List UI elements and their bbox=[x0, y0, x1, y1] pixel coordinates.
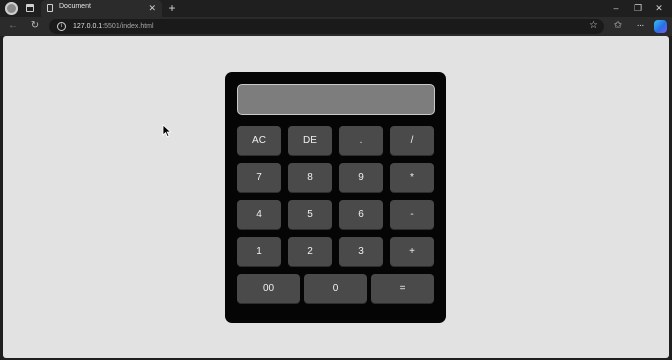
address-bar[interactable]: i 127.0.0.1:5501/index.html ☆ bbox=[49, 19, 604, 34]
key-7[interactable]: 7 bbox=[237, 163, 281, 192]
key-6[interactable]: 6 bbox=[339, 200, 383, 229]
key-2[interactable]: 2 bbox=[288, 237, 332, 266]
key-dot[interactable]: . bbox=[339, 126, 383, 155]
page-icon bbox=[47, 4, 53, 12]
back-arrow-icon[interactable]: ← bbox=[6, 19, 20, 33]
key-4[interactable]: 4 bbox=[237, 200, 281, 229]
refresh-icon[interactable]: ↻ bbox=[28, 19, 42, 33]
tab-title: Document bbox=[59, 3, 91, 10]
new-tab-button[interactable]: + bbox=[166, 0, 178, 17]
key-0[interactable]: 0 bbox=[304, 274, 367, 303]
info-icon[interactable]: i bbox=[57, 22, 66, 31]
window-close-icon[interactable]: ✕ bbox=[652, 1, 666, 15]
close-icon[interactable]: ✕ bbox=[148, 2, 156, 14]
url-host: 127.0.0.1 bbox=[73, 23, 103, 30]
profile-icon[interactable] bbox=[5, 2, 18, 15]
browser-tab-bar: Document ✕ + – ❐ ✕ bbox=[0, 0, 672, 17]
star-icon[interactable]: ☆ bbox=[589, 20, 598, 32]
key-divide[interactable]: / bbox=[390, 126, 434, 155]
favorites-icon[interactable]: ✩ bbox=[611, 19, 625, 33]
key-multiply[interactable]: * bbox=[390, 163, 434, 192]
key-1[interactable]: 1 bbox=[237, 237, 281, 266]
tab-document[interactable]: Document ✕ bbox=[41, 0, 162, 17]
browser-toolbar: ← ↻ i 127.0.0.1:5501/index.html ☆ ✩ ··· bbox=[0, 17, 672, 36]
key-3[interactable]: 3 bbox=[339, 237, 383, 266]
key-plus[interactable]: + bbox=[390, 237, 434, 266]
calculator: AC DE . / 7 8 9 * 4 5 6 - 1 2 3 + 00 0 = bbox=[225, 72, 446, 323]
key-5[interactable]: 5 bbox=[288, 200, 332, 229]
key-9[interactable]: 9 bbox=[339, 163, 383, 192]
key-minus[interactable]: - bbox=[390, 200, 434, 229]
restore-icon[interactable]: ❐ bbox=[631, 1, 645, 15]
url-text[interactable]: 127.0.0.1:5501/index.html bbox=[73, 21, 154, 32]
key-de[interactable]: DE bbox=[288, 126, 332, 155]
key-8[interactable]: 8 bbox=[288, 163, 332, 192]
key-equals[interactable]: = bbox=[371, 274, 434, 303]
key-00[interactable]: 00 bbox=[237, 274, 300, 303]
url-path: :5501/index.html bbox=[102, 23, 154, 30]
minimize-icon[interactable]: – bbox=[609, 1, 623, 15]
calculator-display[interactable] bbox=[237, 84, 435, 115]
mouse-cursor-icon bbox=[162, 124, 172, 138]
copilot-icon[interactable] bbox=[654, 20, 667, 33]
page-viewport: AC DE . / 7 8 9 * 4 5 6 - 1 2 3 + 00 0 = bbox=[3, 36, 669, 358]
more-icon[interactable]: ··· bbox=[633, 19, 647, 33]
key-ac[interactable]: AC bbox=[237, 126, 281, 155]
workspaces-icon[interactable] bbox=[26, 4, 34, 12]
